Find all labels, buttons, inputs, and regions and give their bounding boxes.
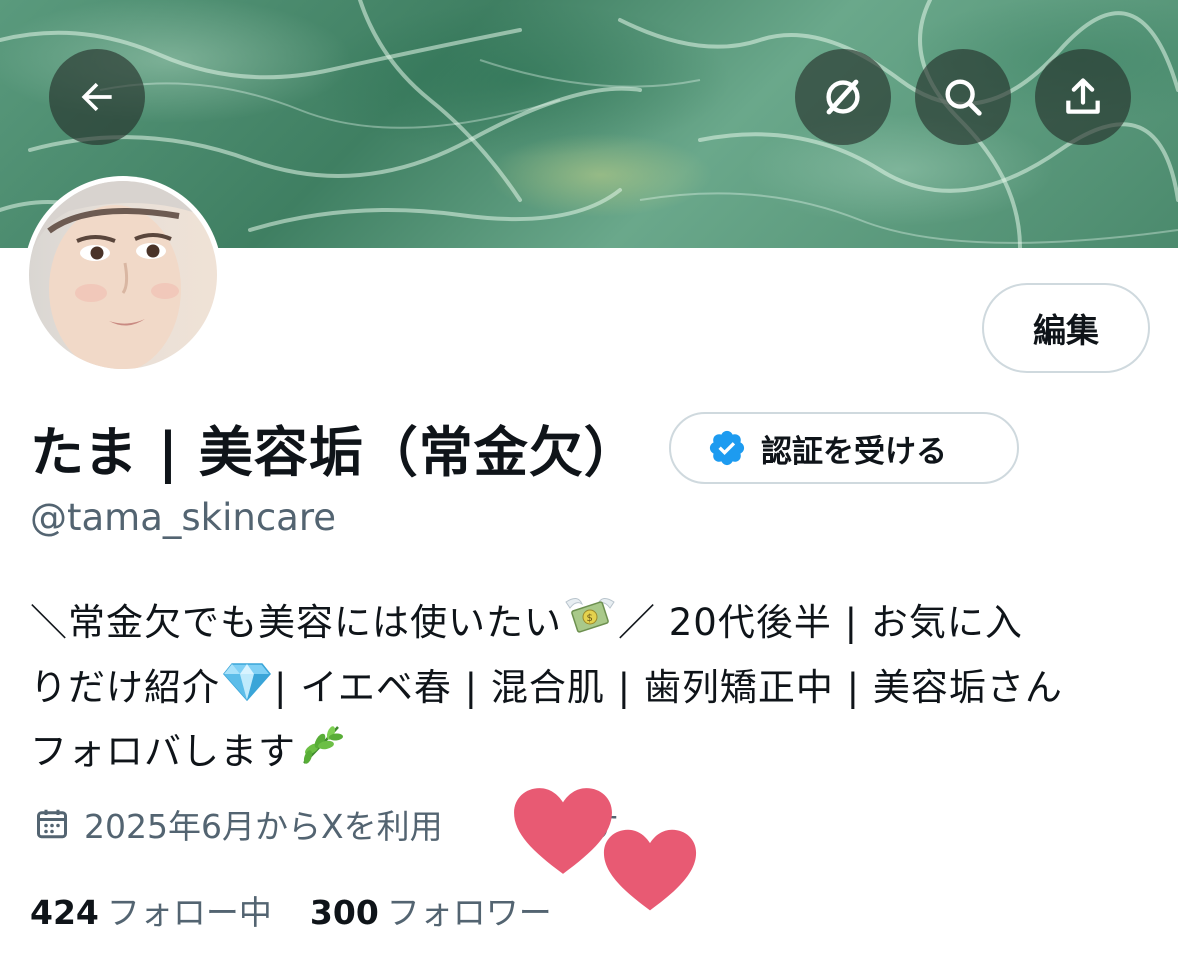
followers-count: 300 [309,893,379,932]
bio-text: ／ 20代後半 | お気に入 [618,601,1023,644]
get-verified-button[interactable]: 認証を受ける [669,412,1019,484]
bio-text: フォロバします [30,729,296,773]
bio-text: りだけ紹介 [30,666,220,709]
bio-text: | イエベ春 | 混合肌 | 歯列矯正中 | 美容垢さん [274,666,1063,709]
join-date-text: 2025年6月からXを利用 [84,807,443,846]
search-button[interactable] [915,49,1011,145]
user-handle: @tama_skincare [30,496,337,539]
svg-text:$: $ [587,613,594,624]
followers-link[interactable]: 300 フォロワー [310,893,552,932]
following-count: 424 [30,893,99,932]
heart-sticker-icon [514,788,612,874]
follow-stats: 424 フォロー中 300 フォロワー [30,886,552,934]
following-label: フォロー中 [106,893,272,932]
herb-icon [298,721,344,786]
money-with-wings-icon: $ [564,592,616,657]
get-verified-label: 認証を受ける [761,433,947,470]
arrow-left-icon [81,82,112,112]
verified-badge-icon [707,428,747,468]
grok-button[interactable] [795,49,891,145]
search-icon [945,79,982,116]
back-button[interactable] [49,49,145,145]
avatar-image [29,181,217,369]
avatar[interactable] [24,176,222,374]
bio: ＼常金欠でも美容には使いたい $ ／ 20代後半 | お気に入 りだけ紹介 | … [30,592,1160,786]
followers-label: フォロワー [386,893,552,932]
bio-text: ＼常金欠でも美容には使いたい [30,601,562,644]
calendar-icon [34,806,70,842]
heart-sticker-icon [603,829,697,911]
share-button[interactable] [1035,49,1131,145]
share-icon [1066,78,1100,114]
following-link[interactable]: 424 フォロー中 [30,893,272,932]
grok-icon [826,79,860,115]
edit-profile-button[interactable]: 編集 [982,283,1150,373]
gem-icon [222,659,272,721]
display-name: たま | 美容垢（常金欠） [30,421,639,484]
